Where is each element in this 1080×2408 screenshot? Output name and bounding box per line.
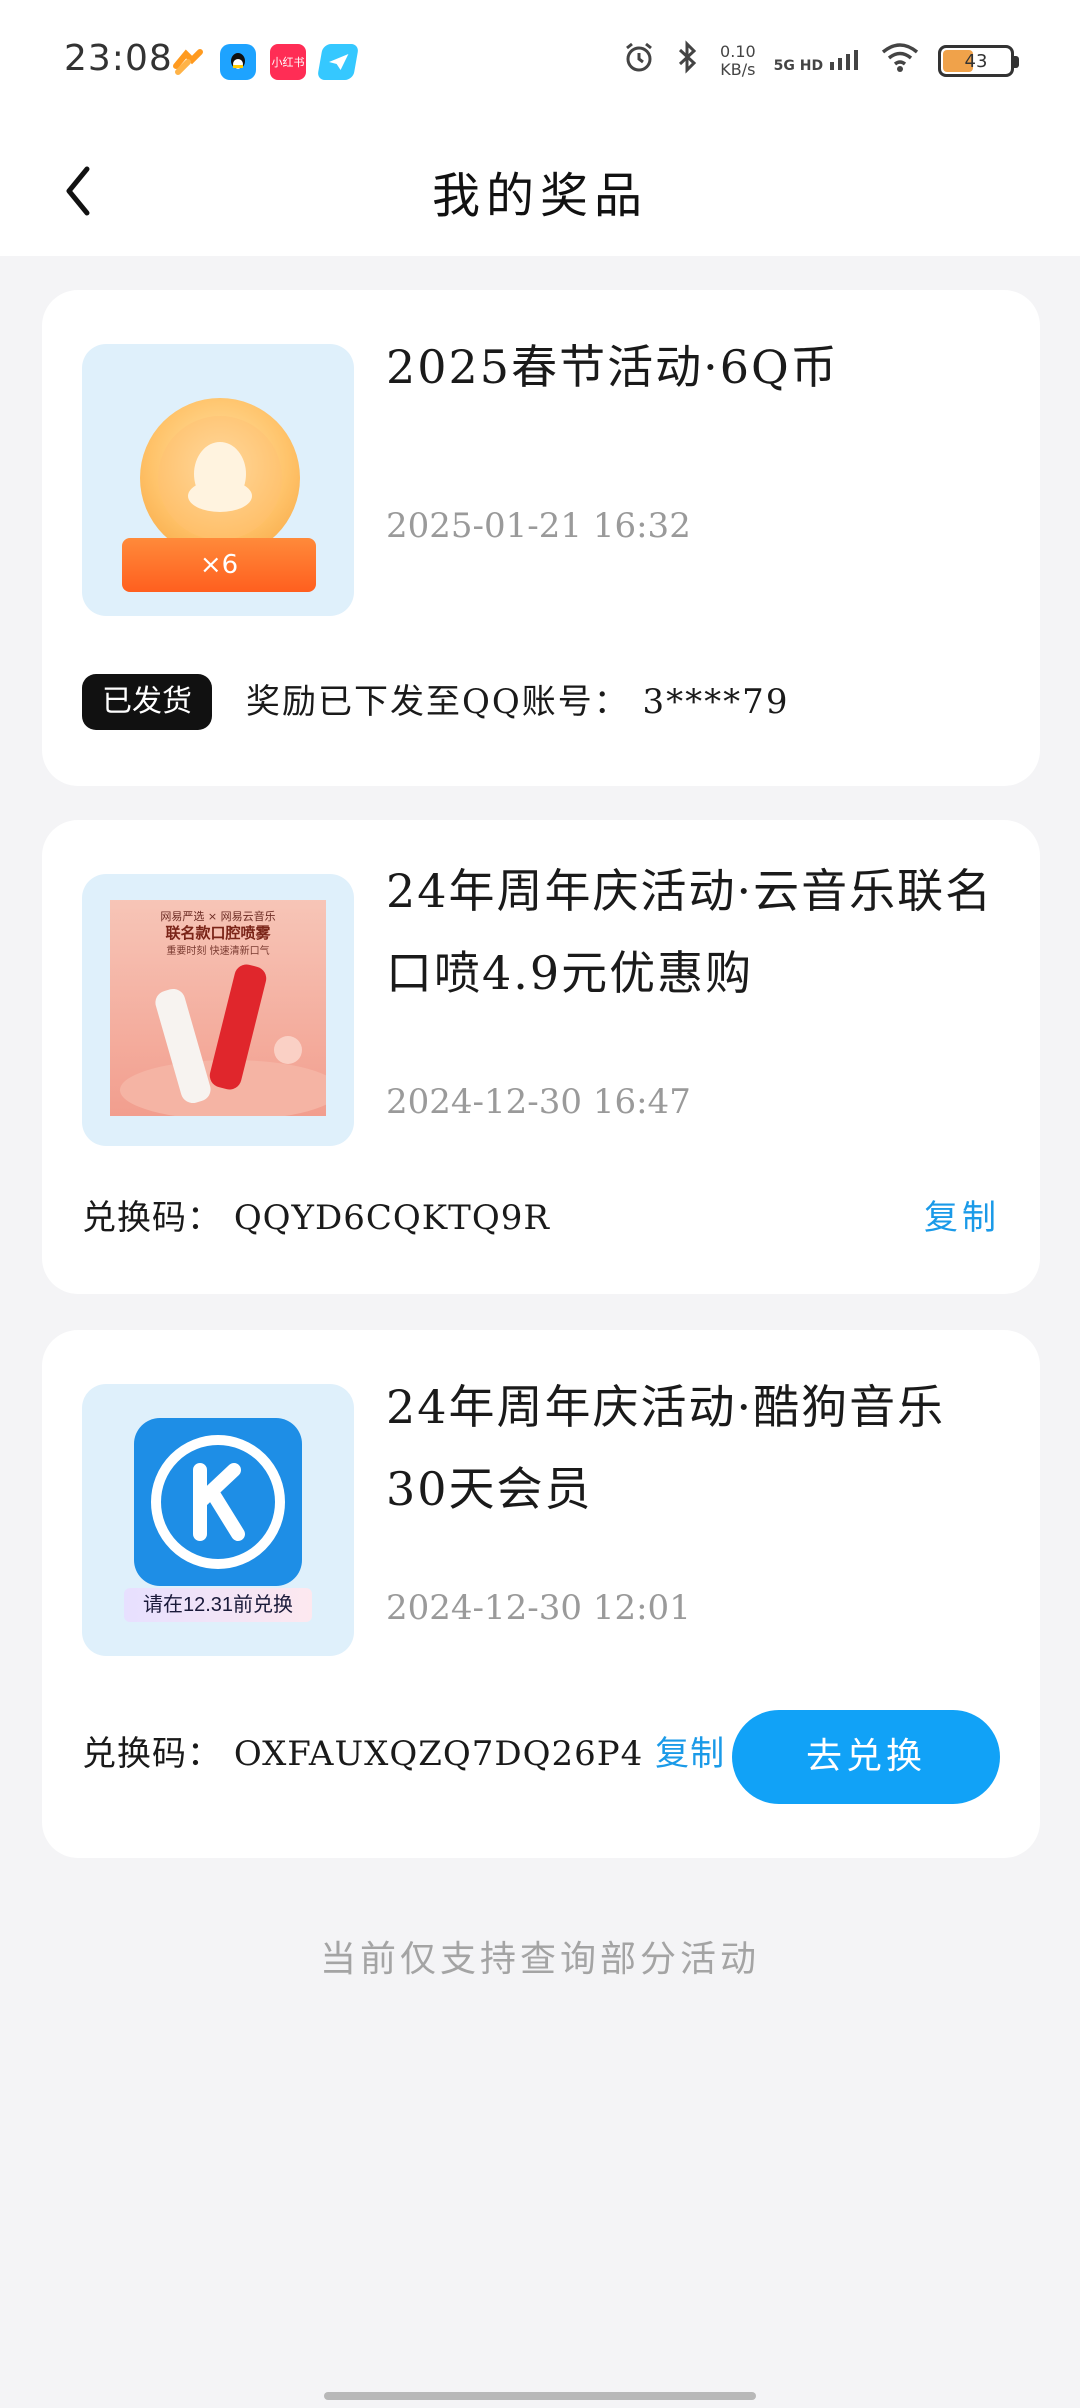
alarm-icon [622, 40, 656, 82]
prizes-page: 23:08 小红书 0.10 KB/s 5G HD 43 我的奖品 ×6 202… [0, 0, 1080, 2408]
prize-card-qcoin: ×6 2025春节活动·6Q币 2025-01-21 16:32 已发货 奖励已… [42, 290, 1040, 786]
redeem-deadline-tag: 请在12.31前兑换 [124, 1588, 312, 1622]
redeem-button[interactable]: 去兑换 [732, 1710, 1000, 1804]
telegram-icon [316, 44, 360, 80]
footer-note: 当前仅支持查询部分活动 [319, 1939, 760, 1980]
battery-indicator: 43 [938, 45, 1019, 77]
prize-card-kugou: 请在12.31前兑换 24年周年庆活动·酷狗音乐30天会员 2024-12-30… [42, 1330, 1040, 1858]
redeem-code-row: 兑换码： OXFAUXQZQ7DQ26P4 复制 [82, 1728, 725, 1780]
net-speed-value: 0.10 [720, 42, 756, 61]
qq-coin-icon [140, 398, 300, 558]
code-label: 兑换码： [82, 1734, 222, 1774]
home-indicator[interactable] [324, 2392, 756, 2400]
redeem-code: QQYD6CQKTQ9R [233, 1198, 550, 1238]
status-bar: 23:08 小红书 0.10 KB/s 5G HD 43 [0, 0, 1080, 126]
copy-code-button[interactable]: 复制 [655, 1734, 725, 1774]
shipped-status-badge: 已发货 [82, 674, 212, 730]
status-time: 23:08 [64, 38, 173, 79]
spray-product-image: 网易严选 × 网易云音乐 联名款口腔喷雾 重要时刻 快速清新口气 [110, 900, 326, 1116]
header: 我的奖品 [0, 126, 1080, 256]
prize-title: 24年周年庆活动·云音乐联名口喷4.9元优惠购 [386, 864, 994, 1000]
battery-level: 43 [964, 50, 988, 72]
page-title: 我的奖品 [431, 168, 648, 224]
prize-date: 2025-01-21 16:32 [386, 506, 691, 546]
wifi-icon [880, 41, 920, 81]
coin-count-badge: ×6 [122, 538, 316, 592]
prize-thumbnail: ×6 [82, 344, 354, 616]
net-speed: 0.10 KB/s [720, 43, 756, 79]
signal-label: 5G HD [773, 58, 824, 74]
prize-date: 2024-12-30 16:47 [386, 1082, 691, 1122]
code-label: 兑换码： [82, 1198, 222, 1238]
redeem-code-row: 兑换码： QQYD6CQKTQ9R [82, 1192, 550, 1244]
orange-app-icon [170, 44, 206, 80]
redeem-code: OXFAUXQZQ7DQ26P4 [233, 1734, 644, 1774]
prize-title: 24年周年庆活动·酷狗音乐30天会员 [386, 1380, 946, 1516]
bluetooth-icon [674, 40, 702, 82]
prize-thumbnail: 网易严选 × 网易云音乐 联名款口腔喷雾 重要时刻 快速清新口气 [82, 874, 354, 1146]
copy-code-button[interactable]: 复制 [924, 1192, 1000, 1244]
delivery-info: 奖励已下发至QQ账号： 3****79 [246, 682, 790, 722]
notification-icons: 小红书 [170, 44, 360, 80]
xiaohongshu-icon: 小红书 [270, 44, 306, 80]
signal-bars-icon [830, 50, 858, 70]
net-speed-unit: KB/s [720, 60, 756, 79]
prize-date: 2024-12-30 12:01 [386, 1588, 691, 1628]
prize-title: 2025春节活动·6Q币 [386, 340, 839, 394]
prize-thumbnail: 请在12.31前兑换 [82, 1384, 354, 1656]
status-right: 0.10 KB/s 5G HD 43 [622, 40, 1019, 82]
signal-indicator: 5G HD [774, 48, 862, 74]
kugou-music-icon [134, 1418, 302, 1586]
qq-icon [220, 44, 256, 80]
prize-card-spray: 网易严选 × 网易云音乐 联名款口腔喷雾 重要时刻 快速清新口气 24年周年庆活… [42, 820, 1040, 1294]
